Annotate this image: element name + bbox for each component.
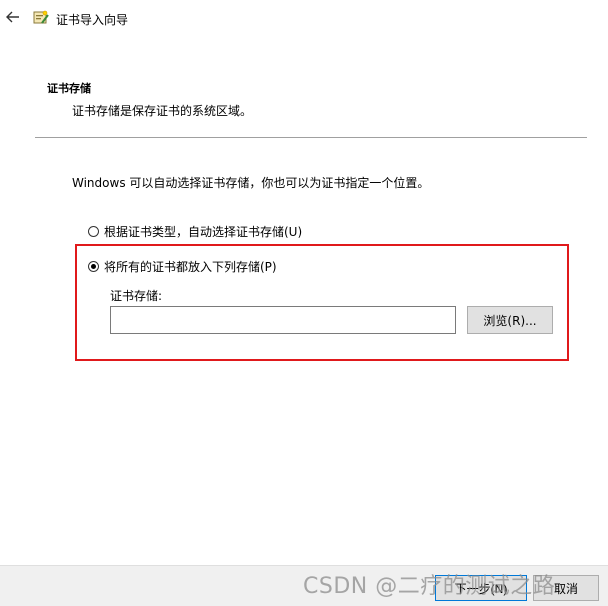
certificate-store-input[interactable] [110,306,456,334]
window-title: 证书导入向导 [56,13,129,27]
section-description: 证书存储是保存证书的系统区域。 [72,104,253,118]
section-heading: 证书存储 [47,82,91,95]
place-in-store-label: 将所有的证书都放入下列存储(P) [104,260,277,274]
certificate-wizard-icon [33,10,49,24]
title-bar: 证书导入向导 [0,0,608,38]
auto-select-label: 根据证书类型，自动选择证书存储(U) [104,225,303,239]
browse-button[interactable]: 浏览(R)... [467,306,553,334]
certificate-store-label: 证书存储: [110,289,163,303]
cancel-button[interactable]: 取消 [533,575,599,601]
back-arrow-icon[interactable] [4,8,22,26]
auto-select-radio[interactable] [88,226,99,237]
place-in-store-radio[interactable] [88,261,99,272]
auto-select-store-option[interactable]: 根据证书类型，自动选择证书存储(U) [88,223,302,240]
intro-text: Windows 可以自动选择证书存储，你也可以为证书指定一个位置。 [72,176,430,190]
place-in-store-option[interactable]: 将所有的证书都放入下列存储(P) [88,258,277,275]
header-divider [35,137,587,138]
next-button[interactable]: 下一步(N) [435,575,527,601]
